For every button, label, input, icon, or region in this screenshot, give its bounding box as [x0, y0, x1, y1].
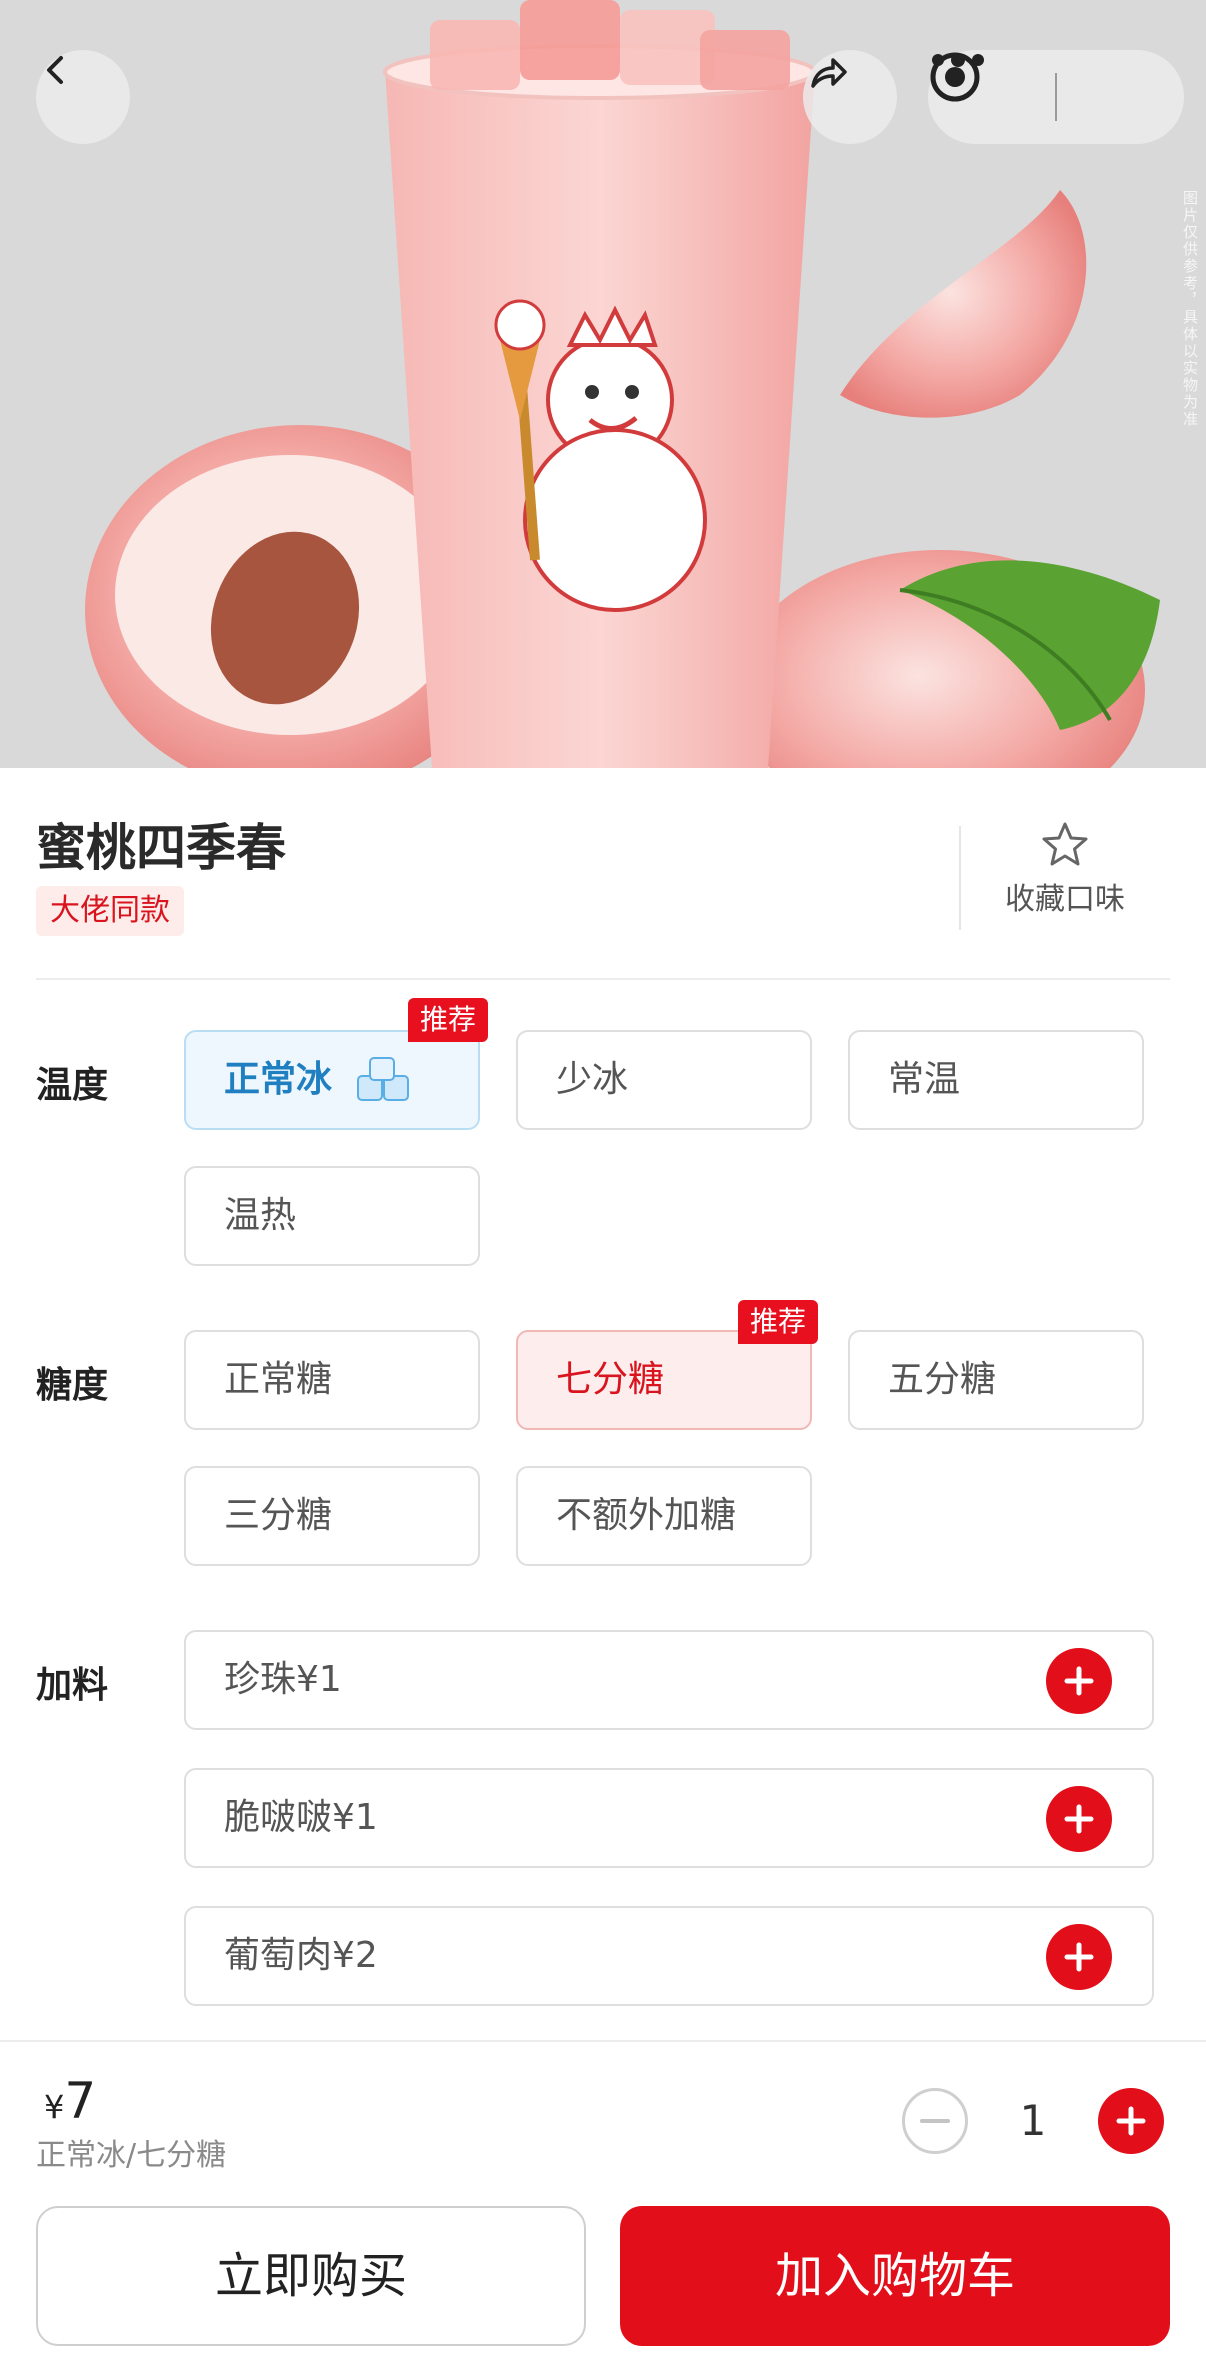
temperature-option-normal-ice[interactable]: 正常冰	[184, 1030, 480, 1130]
add-topping-button[interactable]	[1046, 1648, 1112, 1714]
product-tag: 大佬同款	[36, 886, 184, 936]
option-label: 温热	[224, 1195, 297, 1236]
currency-symbol: ¥	[44, 2088, 65, 2126]
option-label: 常温	[888, 1059, 961, 1100]
product-info: 蜜桃四季春 大佬同款 收藏口味	[0, 768, 1206, 982]
option-label: 正常糖	[224, 1359, 333, 1400]
temperature-option-warm[interactable]: 温热	[184, 1166, 480, 1266]
add-to-cart-button[interactable]: 加入购物车	[620, 2206, 1170, 2346]
target-circle-icon	[930, 52, 980, 102]
option-label: 五分糖	[888, 1359, 997, 1400]
plus-icon	[1064, 1666, 1094, 1696]
share-icon	[811, 58, 847, 88]
star-outline-icon	[1042, 822, 1088, 866]
price: ¥7	[44, 2072, 96, 2130]
decrease-quantity-button[interactable]	[902, 2088, 968, 2154]
option-label: 不额外加糖	[556, 1495, 737, 1536]
temperature-option-room-temp[interactable]: 常温	[848, 1030, 1144, 1130]
option-label: 七分糖	[556, 1359, 665, 1400]
recommended-badge: 推荐	[738, 1300, 819, 1344]
product-title: 蜜桃四季春	[36, 819, 286, 877]
option-label: 三分糖	[224, 1495, 333, 1536]
close-mini-program-button[interactable]	[930, 50, 1184, 144]
back-button[interactable]	[36, 50, 130, 144]
section-divider	[36, 978, 1170, 980]
sweetness-option-normal[interactable]: 正常糖	[184, 1330, 480, 1430]
topping-name: 脆啵啵¥1	[224, 1797, 378, 1838]
topping-item-grape: 葡萄肉¥2	[184, 1906, 1154, 2006]
minus-icon	[920, 2119, 950, 2123]
mini-program-capsule	[928, 50, 1184, 144]
temperature-option-less-ice[interactable]: 少冰	[516, 1030, 812, 1130]
plus-icon	[1064, 1942, 1094, 1972]
product-hero-image: 图片仅供参考，具体以实物为准	[0, 0, 1206, 768]
plus-icon	[1064, 1804, 1094, 1834]
option-label: 正常冰	[224, 1059, 333, 1100]
footer-divider	[0, 2040, 1206, 2042]
favorite-button[interactable]: 收藏口味	[975, 820, 1155, 918]
share-button[interactable]	[803, 50, 897, 144]
price-value: 7	[64, 2072, 97, 2130]
ice-cube-icon	[357, 1057, 409, 1101]
topping-name: 珍珠¥1	[224, 1659, 342, 1700]
temperature-label: 温度	[36, 1065, 109, 1106]
sweetness-option-30[interactable]: 三分糖	[184, 1466, 480, 1566]
image-disclaimer: 图片仅供参考，具体以实物为准	[1181, 190, 1199, 428]
topping-name: 葡萄肉¥2	[224, 1935, 378, 1976]
topping-item-popping-boba: 脆啵啵¥1	[184, 1768, 1154, 1868]
add-topping-button[interactable]	[1046, 1924, 1112, 1990]
plus-icon	[1116, 2106, 1146, 2136]
sweetness-label: 糖度	[36, 1365, 109, 1406]
add-topping-button[interactable]	[1046, 1786, 1112, 1852]
increase-quantity-button[interactable]	[1098, 2088, 1164, 2154]
buy-now-button[interactable]: 立即购买	[36, 2206, 586, 2346]
sweetness-option-70[interactable]: 七分糖	[516, 1330, 812, 1430]
sweetness-option-50[interactable]: 五分糖	[848, 1330, 1144, 1430]
selected-spec-summary: 正常冰/七分糖	[36, 2138, 227, 2173]
recommended-badge: 推荐	[408, 998, 489, 1042]
favorite-label: 收藏口味	[1005, 882, 1125, 917]
favorite-divider	[959, 826, 961, 930]
topping-item-pearl: 珍珠¥1	[184, 1630, 1154, 1730]
toppings-label: 加料	[36, 1665, 109, 1706]
chevron-left-icon	[47, 56, 63, 84]
option-label: 少冰	[556, 1059, 629, 1100]
sweetness-option-no-extra[interactable]: 不额外加糖	[516, 1466, 812, 1566]
quantity-value: 1	[1019, 2096, 1047, 2145]
